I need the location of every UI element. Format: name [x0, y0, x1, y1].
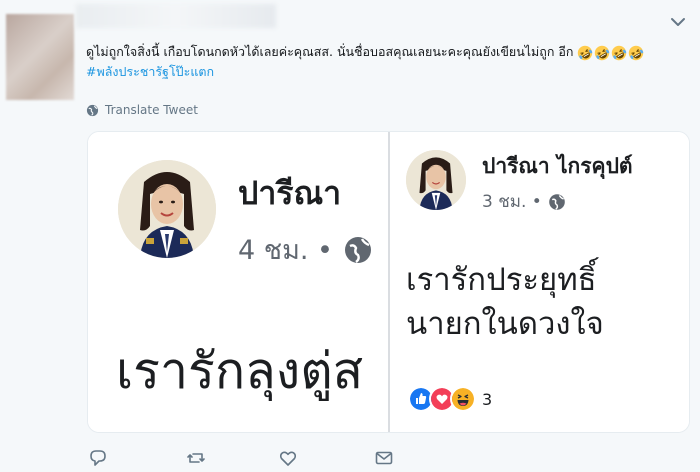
globe-icon — [344, 236, 371, 263]
reply-icon[interactable] — [88, 448, 108, 468]
post-body-right-line2: นายกในดวงใจ — [406, 306, 604, 342]
user-name-blurred[interactable] — [76, 4, 276, 28]
envelope-icon[interactable] — [374, 448, 394, 468]
facebook-post-right: ปารีณา ไกรคุปต์ 3 ชม. • เรารักประยุทธิ์ … — [388, 132, 689, 432]
retweet-icon[interactable] — [186, 448, 206, 468]
facebook-post-left: ปารีณา 4 ชม. • เรารักลุงตู่ส — [88, 132, 388, 432]
reaction-summary[interactable]: 3 — [408, 386, 492, 412]
profile-photo-left — [118, 160, 216, 258]
globe-icon — [86, 104, 99, 116]
post-time-left-text: 4 ชม. • — [238, 235, 333, 266]
post-time-left: 4 ชม. • — [238, 228, 373, 271]
heart-icon[interactable] — [278, 448, 298, 468]
tweet-actions — [86, 448, 406, 468]
poster-name-right: ปารีณา ไกรคุปต์ — [482, 154, 633, 178]
translate-tweet-link[interactable]: Translate Tweet — [86, 101, 198, 119]
rofl-emoji-icon — [578, 45, 593, 60]
haha-reaction-icon — [450, 386, 476, 412]
rofl-emoji-icon — [612, 45, 627, 60]
tweet-body: ดูไม่ถูกใจสิ่งนี้ เกือบโดนกดหัวได้เลยค่ะ… — [86, 44, 574, 59]
profile-photo-right — [406, 150, 466, 210]
poster-name-left: ปารีณา — [238, 174, 342, 212]
globe-icon — [549, 193, 565, 210]
post-body-left: เรารักลุงตู่ส — [116, 342, 364, 400]
translate-label: Translate Tweet — [105, 103, 198, 117]
attached-image[interactable]: ปารีณา 4 ชม. • เรารักลุงตู่ส ปารีณา ไกรค… — [87, 131, 690, 433]
chevron-down-icon[interactable] — [670, 16, 686, 28]
post-body-right-line1: เรารักประยุทธิ์ — [406, 262, 597, 298]
tweet-text: ดูไม่ถูกใจสิ่งนี้ เกือบโดนกดหัวได้เลยค่ะ… — [86, 42, 676, 82]
hashtag-link[interactable]: #พลังประชารัฐโป๊ะแตก — [86, 64, 214, 79]
tweet-card: ดูไม่ถูกใจสิ่งนี้ เกือบโดนกดหัวได้เลยค่ะ… — [0, 0, 700, 472]
reaction-count: 3 — [482, 389, 493, 409]
rofl-emoji-icon — [629, 45, 644, 60]
user-avatar[interactable] — [6, 14, 74, 100]
post-body-right: เรารักประยุทธิ์ นายกในดวงใจ — [406, 258, 604, 346]
rofl-emoji-icon — [595, 45, 610, 60]
post-time-right-text: 3 ชม. • — [482, 192, 542, 212]
post-time-right: 3 ชม. • — [482, 188, 566, 215]
rofl-emoji-group — [577, 45, 644, 61]
